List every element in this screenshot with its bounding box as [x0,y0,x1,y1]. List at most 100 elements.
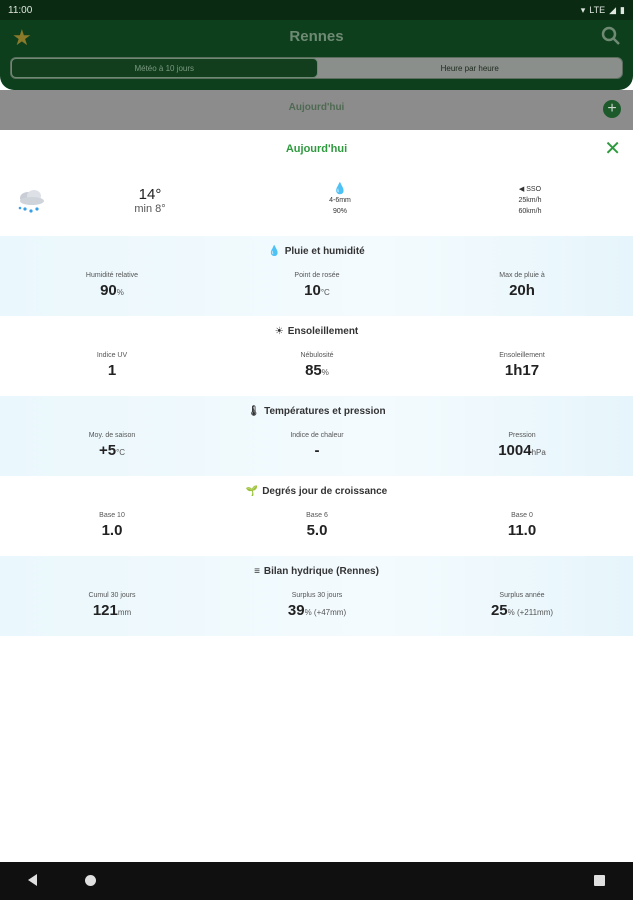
section-title-text: Pluie et humidité [284,246,365,257]
metric-unit: % [321,368,329,377]
metric-value-row: 1.0 [22,522,202,539]
metric-value: +5 [98,442,117,459]
metric-cell: Base 10 1.0 [22,512,202,539]
tab-10-day[interactable]: Météo à 10 jours [11,58,318,78]
section-title-text: Degrés jour de croissance [262,486,388,497]
metric-unit: mm [117,608,132,617]
wind-gust: 60km/h [518,208,542,215]
metric-unit: % [116,288,124,297]
add-icon[interactable]: + [603,100,621,118]
section-title: 💧 Pluie et humidité [0,246,633,257]
metric-label: Base 10 [99,512,125,519]
min-temperature: min 8° [134,203,166,215]
sun-icon: ☀ [274,326,284,337]
metric-cell: Base 6 5.0 [227,512,407,539]
rain-humidity-section: 💧 Pluie et humidité Humidité relative 90% Po… [0,236,633,316]
section-title: ≡ Bilan hydrique (Rennes) [0,566,633,577]
metric-label: Surplus année [499,592,545,599]
metric-unit: % (+47mm) [304,608,347,617]
metric-cell: Indice de chaleur - [227,432,407,459]
network-label: LTE [589,5,606,15]
metric-value-row: 90% [22,282,202,299]
metric-cell: Base 0 11.0 [432,512,612,539]
metric-value: 20h [509,282,535,299]
wind-speed: 25km/h [518,197,542,204]
metric-label: Moy. de saison [88,432,136,439]
metric-label: Max de pluie à [499,272,545,279]
metric-value-row: 20h [432,282,612,299]
metric-unit: hPa [531,448,546,457]
wifi-icon: ▾ [580,4,586,15]
app-header: ★ Rennes Météo à 10 jours Heure par heur… [0,20,633,90]
section-title: 🌡 Températures et pression [0,406,633,417]
rain-probability: 90% [332,208,347,215]
metric-label: Ensoleillement [499,352,545,359]
tab-hourly[interactable]: Heure par heure [318,58,623,78]
metric-label: Point de rosée [294,272,340,279]
metric-value: 1.0 [101,522,123,539]
metric-cell: Nébulosité 85% [227,352,407,379]
metric-label: Pression [508,432,536,439]
section-title: 🌱 Degrés jour de croissance [0,486,633,497]
metric-value: 1 [107,362,117,379]
metric-cell: Surplus année 25% (+211mm) [432,592,612,619]
metric-label: Indice de chaleur [290,432,344,439]
recents-icon[interactable] [594,875,605,886]
day-row[interactable]: Aujourd'hui + [0,90,633,130]
metric-value-row: - [227,442,407,459]
metric-value: 39 [287,602,305,619]
temperature-pressure-section: 🌡 Températures et pression Moy. de saison +… [0,396,633,476]
detail-sections: 💧 Pluie et humidité Humidité relative 90% Po… [0,236,633,636]
raindrop-icon: 💧 [333,183,347,195]
metric-label: Nébulosité [300,352,334,359]
city-title: Rennes [289,28,344,45]
metric-value: 10 [304,282,321,299]
water-balance-icon: ≡ [254,566,260,577]
home-icon[interactable] [85,875,96,886]
close-icon[interactable]: ✕ [604,139,621,159]
system-nav-bar [0,862,633,900]
metric-value: 5.0 [306,522,328,539]
metric-value-row: 11.0 [432,522,612,539]
metric-cell: Cumul 30 jours 121mm [22,592,202,619]
status-time: 11:00 [8,4,33,16]
metric-cell: Max de pluie à 20h [432,272,612,299]
metric-label: Cumul 30 jours [88,592,136,599]
metric-value: 85 [305,362,322,379]
metric-value-row: +5°C [22,442,202,459]
status-icons: ▾ LTE ◢ ▮ [581,5,625,16]
status-bar: 11:00 ▾ LTE ◢ ▮ [0,0,633,20]
temperature-block: 14° min 8° [110,186,190,215]
wind-direction: SSO [526,186,542,193]
metric-cell: Humidité relative 90% [22,272,202,299]
rain-amount: 4-6mm [329,197,351,204]
day-detail-sheet: Aujourd'hui ✕ 14° min 8° 💧 4-6mm 90% ◀ S… [0,130,633,862]
metric-value: 11.0 [507,522,537,539]
metric-label: Surplus 30 jours [291,592,343,599]
metric-value-row: 1 [22,362,202,379]
water-balance-section: ≡ Bilan hydrique (Rennes) Cumul 30 jours 12… [0,556,633,636]
metric-label: Base 6 [306,512,328,519]
rain-block: 💧 4-6mm 90% [310,184,370,217]
metric-value-row: 5.0 [227,522,407,539]
section-title-text: Températures et pression [264,406,386,417]
metric-value: 25 [490,602,508,619]
section-title-text: Ensoleillement [287,326,359,337]
metric-cell: Indice UV 1 [22,352,202,379]
rain-cloud-icon [18,190,44,213]
metric-cell: Point de rosée 10°C [227,272,407,299]
search-icon[interactable] [601,26,621,46]
sprout-icon: 🌱 [245,486,259,497]
metric-label: Humidité relative [85,272,139,279]
metric-value-row: 1h17 [432,362,612,379]
wind-direction-icon: ◀ [518,186,525,193]
metric-value: 121 [92,602,118,619]
day-summary: 14° min 8° 💧 4-6mm 90% ◀ SSO 25km/h 60km… [0,168,633,236]
sheet-title: Aujourd'hui [285,143,348,155]
metric-cell: Moy. de saison +5°C [22,432,202,459]
metric-unit: °C [116,448,126,457]
metric-label: Indice UV [96,352,128,359]
back-icon[interactable] [28,874,37,886]
metric-cell: Pression 1004hPa [432,432,612,459]
sheet-header: Aujourd'hui ✕ [0,130,633,168]
